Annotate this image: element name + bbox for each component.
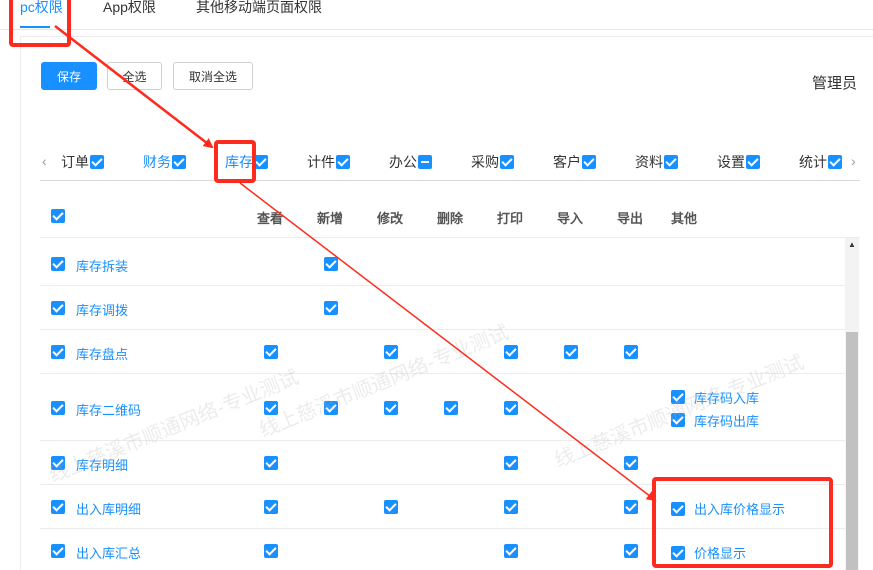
annotation-arrows: [54, 25, 657, 502]
arrow-to-inventory-tab: [54, 25, 214, 149]
arrow-to-price-options: [239, 182, 657, 502]
